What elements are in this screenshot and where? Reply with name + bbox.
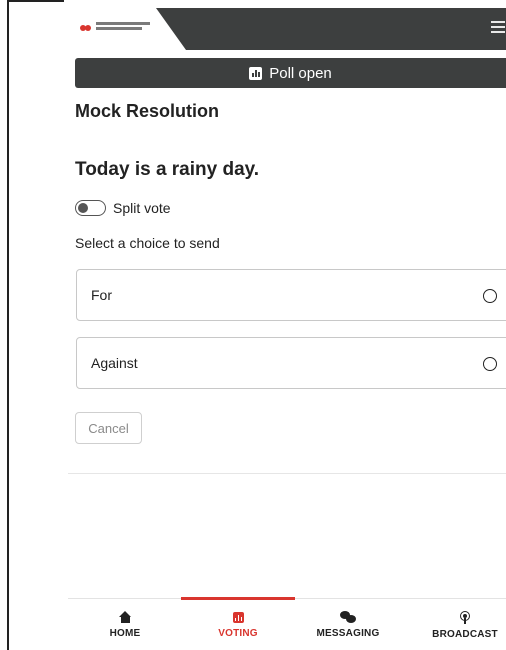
radio-button[interactable] xyxy=(483,289,497,303)
resolution-question: Today is a rainy day. xyxy=(75,159,260,180)
nav-item-home[interactable]: HOME xyxy=(90,599,160,650)
nav-item-label: BROADCAST xyxy=(432,628,498,640)
nav-item-label: HOME xyxy=(109,628,141,639)
content-divider xyxy=(68,473,506,474)
choice-option-against[interactable]: Against xyxy=(76,337,506,389)
choice-option-for[interactable]: For xyxy=(76,269,506,321)
bar-chart-icon xyxy=(249,66,263,80)
voting-icon xyxy=(232,611,244,623)
split-vote-toggle[interactable] xyxy=(75,200,106,216)
cancel-button[interactable]: Cancel xyxy=(75,412,142,444)
app-container: Poll open Mock Resolution Today is a rai… xyxy=(68,8,506,650)
toggle-knob xyxy=(78,203,88,213)
broadcast-icon xyxy=(459,610,471,624)
nav-item-messaging[interactable]: MESSAGING xyxy=(303,599,393,650)
logo-mark-icon xyxy=(80,23,92,33)
choice-prompt: Select a choice to send xyxy=(75,235,220,251)
hamburger-menu-icon[interactable] xyxy=(488,18,506,38)
top-bar xyxy=(68,8,506,50)
poll-status-label: Poll open xyxy=(269,64,332,82)
bottom-navigation: HOME VOTING MESSAGING BROADCAST xyxy=(68,597,506,650)
split-vote-label[interactable]: Split vote xyxy=(113,200,171,216)
radio-button[interactable] xyxy=(483,357,497,371)
choice-label: Against xyxy=(91,355,138,371)
nav-item-label: VOTING xyxy=(218,627,258,639)
nav-item-voting[interactable]: VOTING xyxy=(203,599,273,650)
logo[interactable] xyxy=(68,8,186,50)
window-frame-top xyxy=(9,0,64,8)
nav-item-label: MESSAGING xyxy=(316,628,380,639)
choice-label: For xyxy=(91,287,112,303)
window-frame-left xyxy=(0,0,9,650)
logo-wordmark xyxy=(96,22,150,32)
messaging-icon xyxy=(340,611,356,623)
split-vote-row: Split vote xyxy=(75,198,171,218)
home-icon xyxy=(118,611,132,623)
nav-item-broadcast[interactable]: BROADCAST xyxy=(423,599,506,650)
resolution-title: Mock Resolution xyxy=(75,101,220,121)
poll-status-banner: Poll open xyxy=(75,58,506,88)
